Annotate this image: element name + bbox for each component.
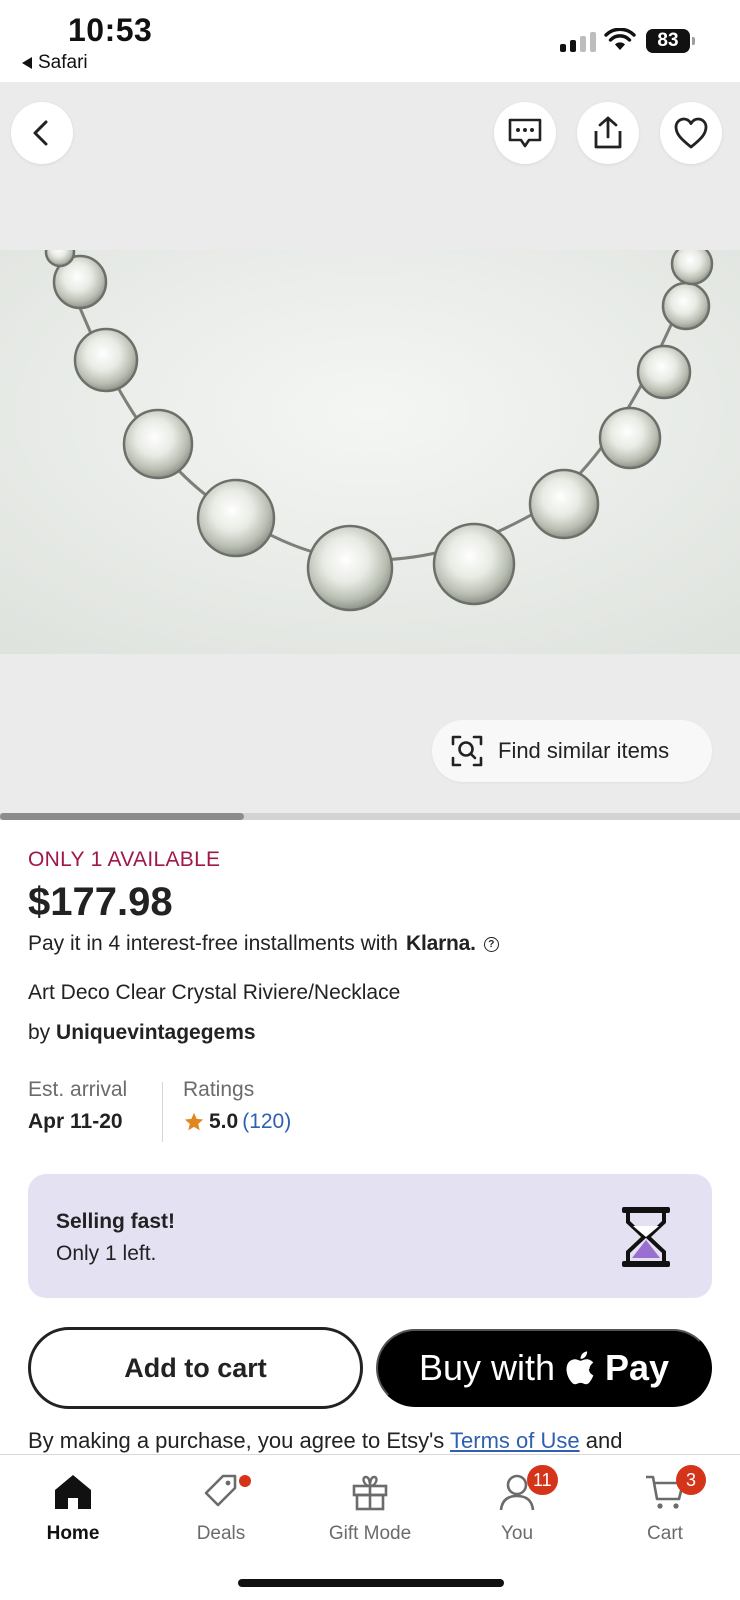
find-similar-label: Find similar items — [498, 738, 670, 763]
tag-icon — [204, 1474, 237, 1507]
home-icon — [55, 1475, 91, 1509]
notice-subtitle: Only 1 left. — [56, 1242, 157, 1265]
favorite-button[interactable] — [660, 102, 722, 164]
shop-byline: by Uniquevintagegems — [28, 1021, 256, 1045]
product-photo[interactable] — [0, 250, 740, 654]
pay-label: Pay — [605, 1347, 670, 1388]
tab-deals-label: Deals — [196, 1523, 246, 1544]
tab-cart[interactable]: 3 Cart — [605, 1465, 725, 1545]
apple-pay-button[interactable]: Buy with Pay — [376, 1329, 712, 1407]
add-to-cart-button[interactable]: Add to cart — [28, 1327, 363, 1409]
listing-title: Art Deco Clear Crystal Riviere/Necklace — [28, 981, 401, 1004]
back-app-label: Safari — [38, 52, 88, 73]
selling-fast-notice: Selling fast! Only 1 left. — [28, 1174, 712, 1298]
buy-with-label: Buy with — [418, 1347, 555, 1388]
tab-gift-mode-label: Gift Mode — [328, 1523, 412, 1544]
installments-info[interactable]: Pay it in 4 interest-free installments w… — [28, 932, 499, 956]
klarna-logo: Klarna. — [405, 932, 476, 955]
share-button[interactable] — [577, 102, 639, 164]
hourglass-icon — [622, 1207, 670, 1267]
gallery-scrollbar[interactable] — [0, 813, 740, 820]
message-icon — [508, 118, 542, 148]
arrival-value: Apr 11-20 — [28, 1110, 123, 1133]
home-indicator — [238, 1579, 504, 1587]
star-icon — [184, 1112, 204, 1131]
status-time: 10:53 — [68, 12, 153, 48]
price: $177.98 — [28, 880, 173, 924]
you-badge: 11 — [527, 1465, 558, 1495]
message-seller-button[interactable] — [494, 102, 556, 164]
shop-name-link[interactable]: Uniquevintagegems — [56, 1021, 256, 1044]
share-icon — [594, 116, 622, 149]
necklace-image — [0, 250, 740, 654]
listing-meta: Est. arrival Apr 11-20 Ratings 5.0 (120) — [28, 1078, 728, 1144]
image-gallery[interactable]: Find similar items — [0, 82, 740, 817]
tab-you-label: You — [500, 1523, 534, 1544]
help-icon[interactable]: ? — [483, 936, 499, 952]
legal-notice: By making a purchase, you agree to Etsy'… — [28, 1428, 622, 1454]
deals-dot — [239, 1475, 251, 1487]
rating-row[interactable]: 5.0 (120) — [183, 1110, 291, 1134]
tab-cart-label: Cart — [647, 1523, 683, 1544]
tab-deals[interactable]: Deals — [161, 1469, 281, 1545]
notice-title: Selling fast! — [56, 1210, 176, 1233]
estimated-arrival: Est. arrival Apr 11-20 — [28, 1078, 127, 1134]
cart-badge: 3 — [676, 1465, 706, 1495]
by-prefix: by — [28, 1021, 51, 1044]
visual-search-icon — [451, 735, 483, 767]
rating-count[interactable]: (120) — [242, 1110, 291, 1134]
apple-logo-icon — [566, 1351, 594, 1385]
rating-score: 5.0 — [209, 1110, 239, 1133]
ratings-summary[interactable]: Ratings 5.0 (120) — [183, 1078, 291, 1134]
installments-text: Pay it in 4 interest-free installments w… — [28, 932, 398, 955]
back-to-safari[interactable]: Safari — [22, 52, 88, 74]
legal-suffix: and — [585, 1428, 623, 1453]
back-triangle-icon — [22, 57, 32, 69]
battery-indicator: 83 — [646, 29, 695, 53]
cellular-signal-icon — [560, 30, 596, 52]
ratings-label: Ratings — [183, 1078, 255, 1101]
tab-home-label: Home — [46, 1523, 100, 1544]
meta-divider — [162, 1082, 163, 1142]
wifi-icon — [604, 28, 636, 50]
gift-icon — [352, 1475, 388, 1511]
terms-of-use-link[interactable]: Terms of Use — [450, 1428, 580, 1453]
find-similar-button[interactable]: Find similar items — [432, 720, 712, 782]
tab-home[interactable]: Home — [13, 1469, 133, 1545]
availability-label: ONLY 1 AVAILABLE — [28, 848, 221, 871]
arrival-label: Est. arrival — [28, 1078, 128, 1101]
back-icon — [33, 120, 48, 146]
gallery-scroll-thumb[interactable] — [0, 813, 244, 820]
heart-icon — [674, 117, 708, 149]
status-bar: 10:53 Safari 83 — [0, 0, 740, 82]
tab-gift-mode[interactable]: Gift Mode — [310, 1469, 430, 1545]
legal-prefix: By making a purchase, you agree to Etsy'… — [28, 1428, 445, 1453]
tab-you[interactable]: 11 You — [457, 1465, 577, 1545]
back-button[interactable] — [11, 102, 73, 164]
